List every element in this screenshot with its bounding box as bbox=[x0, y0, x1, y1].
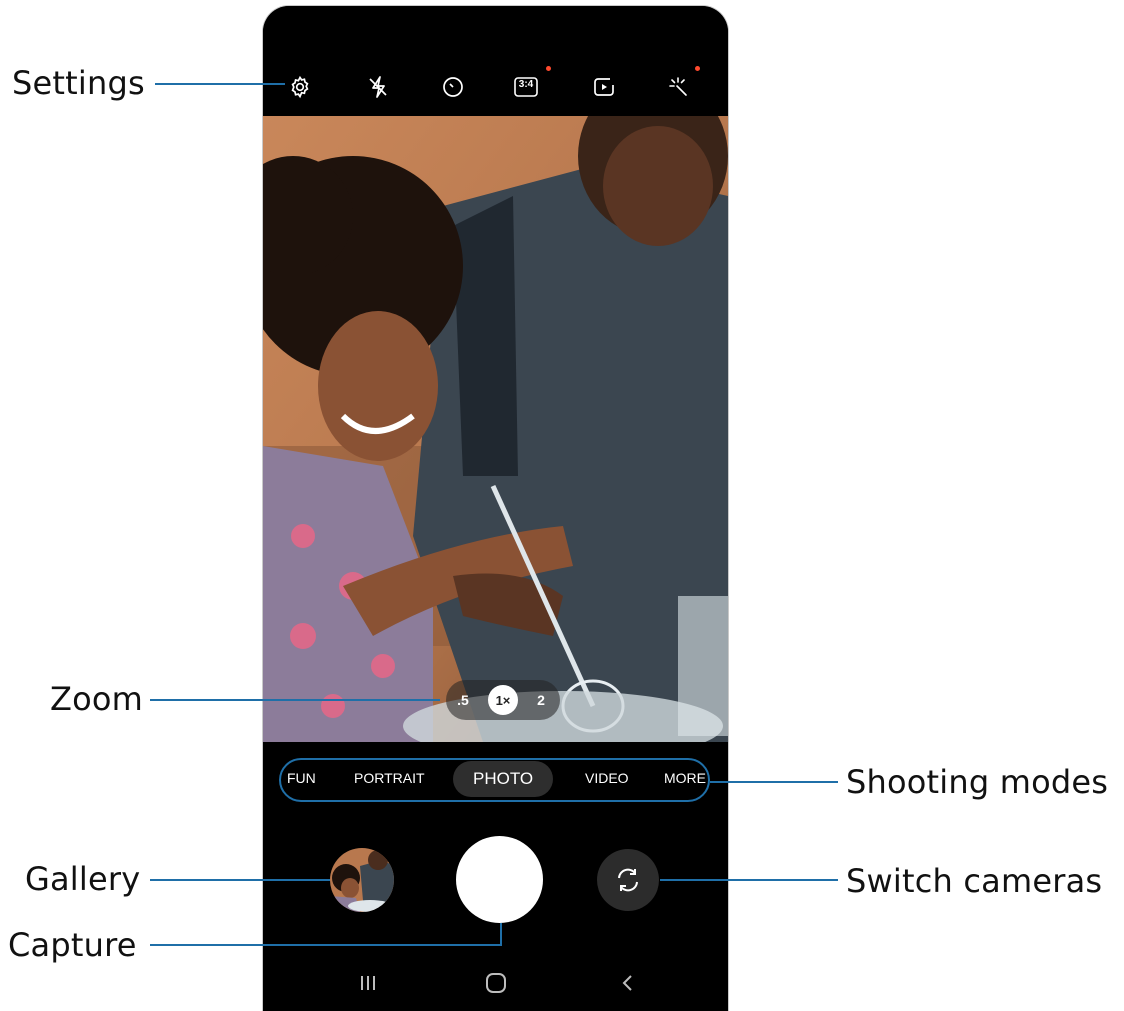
camera-top-bar: 3:4 bbox=[263, 6, 728, 116]
switch-camera-button[interactable] bbox=[597, 849, 659, 911]
aspect-ratio-label: 3:4 bbox=[518, 79, 534, 90]
notification-dot bbox=[546, 66, 551, 71]
gallery-leader-line bbox=[150, 879, 330, 881]
timer-icon[interactable] bbox=[438, 72, 468, 102]
gallery-thumbnail-image bbox=[330, 848, 394, 912]
zoom-leader-line bbox=[150, 699, 440, 701]
switch-cameras-leader-line bbox=[660, 879, 838, 881]
recent-apps-icon[interactable] bbox=[353, 968, 383, 998]
shooting-modes-highlight bbox=[279, 758, 710, 802]
system-nav-bar bbox=[263, 956, 728, 1011]
aspect-ratio-icon[interactable]: 3:4 bbox=[511, 72, 541, 102]
zoom-option-2[interactable]: 2 bbox=[526, 685, 556, 715]
capture-leader-line-vertical bbox=[500, 923, 502, 945]
gallery-thumbnail[interactable] bbox=[330, 848, 394, 912]
back-icon[interactable] bbox=[613, 968, 643, 998]
phone-screen: 3:4 .5 1× 2 FUN PORTRAIT PHOTO VIDEO MOR… bbox=[263, 6, 728, 1011]
settings-callout: Settings bbox=[12, 64, 145, 102]
filter-icon[interactable] bbox=[663, 72, 693, 102]
flash-off-icon[interactable] bbox=[363, 72, 393, 102]
capture-leader-line bbox=[150, 944, 502, 946]
motion-photo-icon[interactable] bbox=[589, 72, 619, 102]
switch-cameras-callout: Switch cameras bbox=[846, 862, 1103, 900]
home-icon[interactable] bbox=[481, 968, 511, 998]
capture-callout: Capture bbox=[8, 926, 137, 964]
zoom-control: .5 1× 2 bbox=[446, 680, 560, 720]
viewfinder-scene bbox=[263, 116, 728, 742]
zoom-callout: Zoom bbox=[50, 680, 144, 718]
settings-leader-line bbox=[155, 83, 285, 85]
gear-icon[interactable] bbox=[285, 72, 315, 102]
shooting-modes-callout: Shooting modes bbox=[846, 763, 1109, 801]
zoom-option-1x[interactable]: 1× bbox=[488, 685, 518, 715]
zoom-option-0-5[interactable]: .5 bbox=[448, 685, 478, 715]
gallery-callout: Gallery bbox=[25, 860, 141, 898]
capture-button[interactable] bbox=[456, 836, 543, 923]
viewfinder[interactable] bbox=[263, 116, 728, 742]
switch-camera-icon bbox=[618, 868, 638, 892]
notification-dot bbox=[695, 66, 700, 71]
shooting-modes-leader-line bbox=[710, 781, 838, 783]
